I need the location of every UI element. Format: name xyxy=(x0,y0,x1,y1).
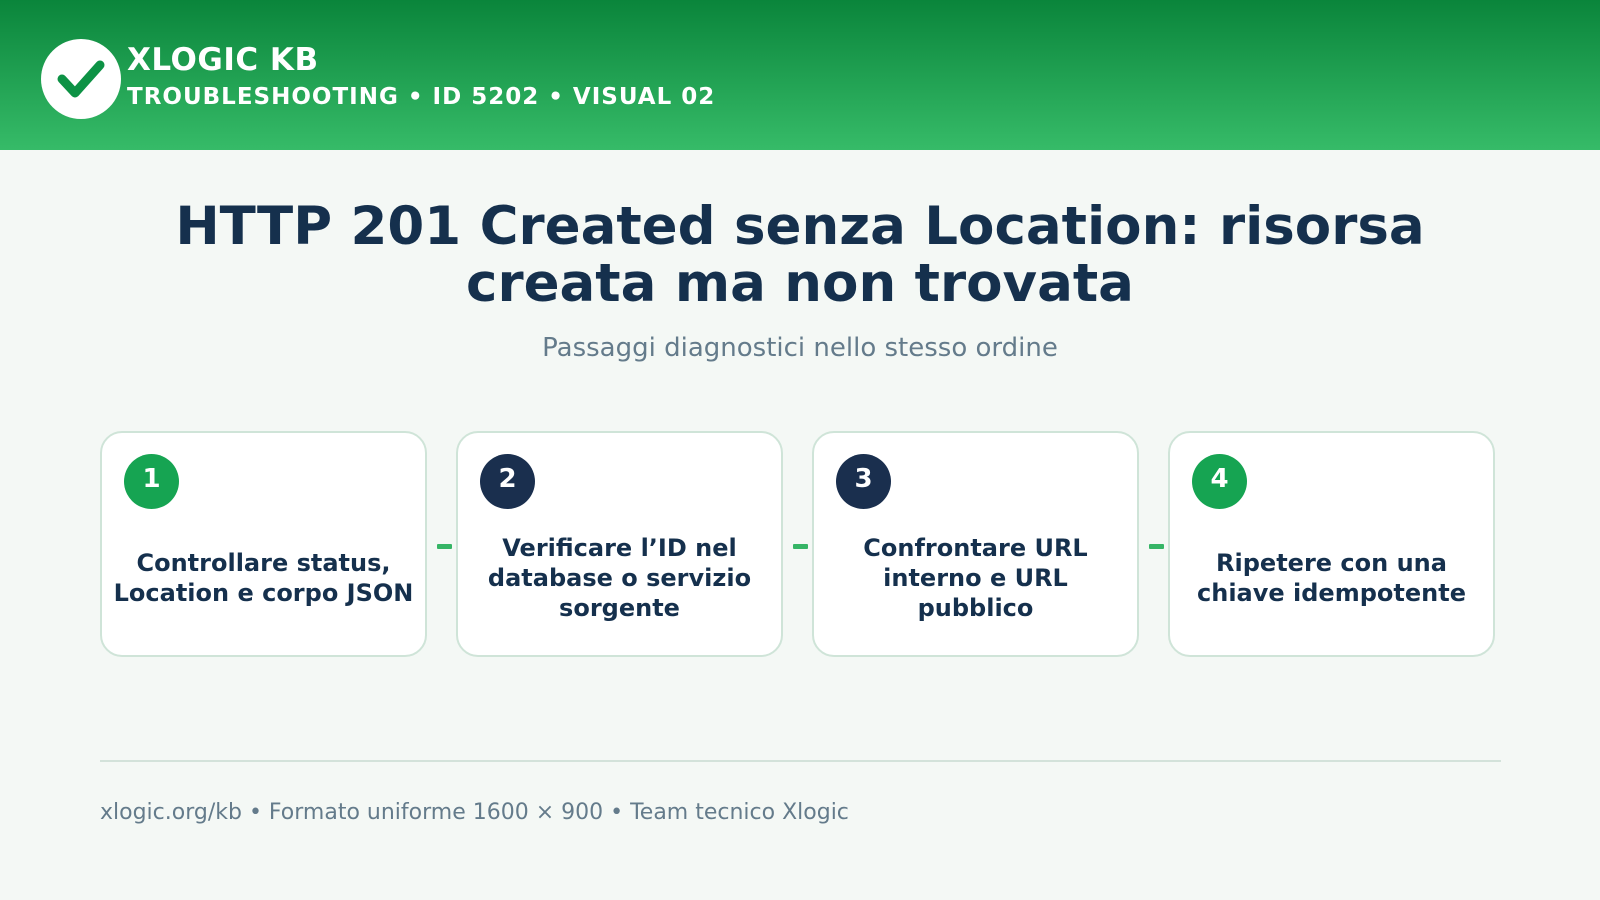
page-title: HTTP 201 Created senza Location: risorsa… xyxy=(175,196,1425,314)
header-meta: TROUBLESHOOTING • ID 5202 • VISUAL 02 xyxy=(127,84,716,110)
header-banner: XLOGIC KB TROUBLESHOOTING • ID 5202 • VI… xyxy=(0,0,1600,150)
step-card-3: 3 Confrontare URL interno e URL pubblico xyxy=(812,431,1139,657)
step-text: Confrontare URL interno e URL pubblico xyxy=(863,534,1088,622)
footer-text: xlogic.org/kb • Formato uniforme 1600 × … xyxy=(100,800,849,825)
step-connector xyxy=(793,544,808,549)
step-card-2: 2 Verificare l’ID nel database o servizi… xyxy=(456,431,783,657)
step-number-badge: 3 xyxy=(836,454,891,509)
step-number-badge: 2 xyxy=(480,454,535,509)
step-connector xyxy=(437,544,452,549)
footer-divider xyxy=(100,760,1501,762)
logo-badge xyxy=(41,39,121,119)
step-text: Ripetere con una chiave idempotente xyxy=(1197,549,1466,607)
step-text: Verificare l’ID nel database o servizio … xyxy=(487,534,752,622)
page-subtitle: Passaggi diagnostici nello stesso ordine xyxy=(542,333,1058,363)
step-card-1: 1 Controllare status, Location e corpo J… xyxy=(100,431,427,657)
step-number-badge: 1 xyxy=(124,454,179,509)
step-connector xyxy=(1149,544,1164,549)
brand-name: XLOGIC KB xyxy=(127,42,319,78)
step-text: Controllare status, Location e corpo JSO… xyxy=(113,549,414,607)
step-number-badge: 4 xyxy=(1192,454,1247,509)
step-card-4: 4 Ripetere con una chiave idempotente xyxy=(1168,431,1495,657)
